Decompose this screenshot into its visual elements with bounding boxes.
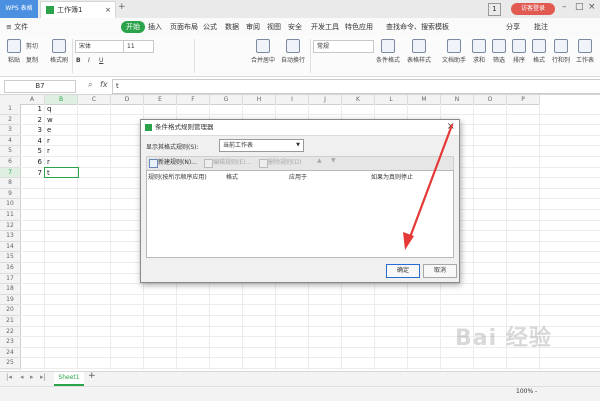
- baidu-watermark: Bai 经验: [455, 326, 552, 351]
